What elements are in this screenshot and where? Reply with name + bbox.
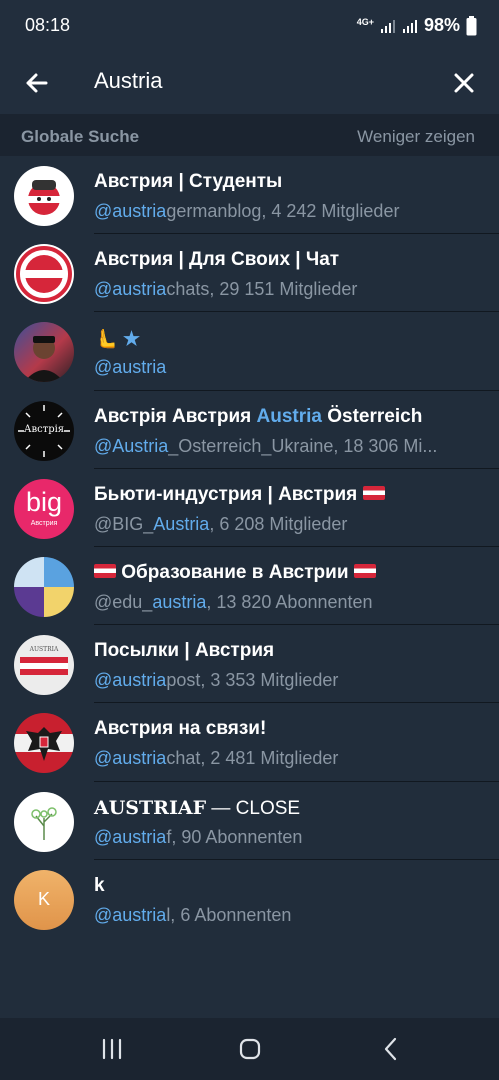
- result-title: Посылки | Австрия: [94, 640, 275, 662]
- result-title: Австрия на связи!: [94, 718, 267, 740]
- result-subtitle: @austriapost, 3 353 Mitglieder: [94, 670, 339, 691]
- search-results-list: Австрия | Студенты @austriagermanblog, 4…: [0, 156, 499, 938]
- result-subtitle: @BIG_Austria, 6 208 Mitglieder: [94, 513, 348, 534]
- global-search-header: Globale Suche Weniger zeigen: [0, 114, 499, 156]
- list-item[interactable]: Образование в Австрии @edu_austria, 13 8…: [0, 547, 499, 626]
- result-subtitle: @Austria_Osterreich_Ukraine, 18 306 Mi..…: [94, 435, 438, 456]
- result-title: k: [94, 874, 105, 896]
- home-icon[interactable]: [233, 1032, 267, 1066]
- list-item[interactable]: Австрия | Студенты @austriagermanblog, 4…: [0, 156, 499, 235]
- result-title: Бьюти-индустрия | Австрия: [94, 484, 385, 506]
- show-less-button[interactable]: Weniger zeigen: [357, 127, 475, 147]
- status-indicators: 4G+ 98%: [357, 15, 477, 36]
- result-subtitle: @edu_austria, 13 820 Abonnenten: [94, 591, 373, 612]
- result-subtitle: @austrial, 6 Abonnenten: [94, 904, 292, 925]
- color-quadrant-avatar: [14, 556, 74, 617]
- big-logo-avatar: big Австрия: [14, 478, 74, 539]
- result-title: Австрія Австрия Austria Österreich: [94, 405, 423, 427]
- result-subtitle: @austriachat, 2 481 Mitglieder: [94, 748, 339, 769]
- avatar-logo-text: big: [25, 486, 63, 517]
- search-app-bar: Austria: [0, 52, 499, 114]
- status-bar: 08:18 4G+ 98%: [0, 0, 499, 52]
- result-subtitle: @austriagermanblog, 4 242 Mitglieder: [94, 201, 400, 221]
- back-arrow-icon[interactable]: [20, 66, 54, 100]
- signal-icon-2: [402, 19, 417, 33]
- list-item[interactable]: 🫷 ★ @austria: [0, 312, 499, 391]
- section-title: Globale Suche: [21, 127, 140, 146]
- back-nav-icon[interactable]: [374, 1032, 408, 1066]
- dark-clock-logo-avatar: Австрія: [14, 400, 74, 461]
- recent-apps-icon[interactable]: [95, 1032, 129, 1066]
- austria-flag-card-avatar: AUSTRIA: [14, 635, 74, 696]
- letter-k-avatar: K: [14, 869, 74, 930]
- austria-flag-icon: [362, 486, 385, 501]
- list-item[interactable]: big Австрия Бьюти-индустрия | Австрия @B…: [0, 469, 499, 547]
- list-item[interactable]: K k @austrial, 6 Abonnenten: [0, 860, 499, 938]
- hand-emoji: 🫷: [94, 329, 118, 351]
- result-title: 🫷 ★: [94, 327, 140, 351]
- list-item[interactable]: Австрія Австрія Австрия Austria Österrei…: [0, 391, 499, 469]
- austria-flag-icon: [353, 564, 376, 579]
- eagle-crest-avatar: [14, 713, 74, 774]
- result-title: Австрия | Для Своих | Чат: [94, 249, 340, 271]
- status-time: 08:18: [25, 15, 71, 35]
- avatar-logo-sub: Австрия: [30, 519, 58, 527]
- cartoon-ball-avatar: [14, 166, 74, 226]
- plant-sketch-avatar: [14, 791, 74, 852]
- result-subtitle: @austriachats, 29 151 Mitglieder: [94, 279, 358, 300]
- result-subtitle: @austria: [94, 357, 167, 378]
- person-photo-avatar: [14, 322, 74, 383]
- austrian-flag-ring-avatar: [14, 244, 74, 305]
- result-title: AUSTRIAF — CLOSE: [94, 796, 301, 819]
- result-title: Австрия | Студенты: [94, 171, 283, 192]
- list-item[interactable]: AUSTRIA Посылки | Австрия @austriapost, …: [0, 625, 499, 704]
- battery-icon: [466, 15, 477, 35]
- austria-flag-icon: [94, 564, 116, 579]
- list-item[interactable]: AUSTRIAF — CLOSE @austriaf, 90 Abonnente…: [0, 782, 499, 860]
- signal-icon: [380, 19, 395, 33]
- list-item[interactable]: Австрия на связи! @austriachat, 2 481 Mi…: [0, 703, 499, 782]
- list-item[interactable]: Австрия | Для Своих | Чат @austriachats,…: [0, 234, 499, 313]
- network-type: 4G+: [356, 17, 374, 27]
- battery-percent: 98%: [423, 15, 460, 35]
- avatar-letter: K: [37, 888, 50, 909]
- avatar-label: Австрія: [23, 423, 65, 435]
- search-input[interactable]: Austria: [94, 68, 162, 94]
- star-icon: ★: [122, 329, 140, 351]
- result-title: Образование в Австрии: [94, 562, 376, 584]
- result-subtitle: @austriaf, 90 Abonnenten: [94, 826, 303, 847]
- close-icon[interactable]: [447, 66, 481, 100]
- system-nav-bar: [0, 1018, 499, 1080]
